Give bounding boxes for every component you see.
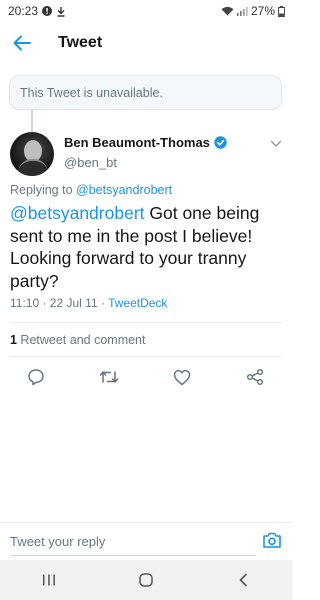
back-button[interactable] xyxy=(0,22,44,64)
battery-percent: 27% xyxy=(250,4,275,18)
tweet-text: @betsyandrobert Got one being sent to me… xyxy=(10,202,286,292)
home-icon xyxy=(139,573,153,587)
reply-input[interactable]: Tweet your reply xyxy=(10,534,105,549)
camera-icon xyxy=(263,532,281,548)
recent-apps-button[interactable] xyxy=(29,565,69,595)
alert-icon: ! xyxy=(42,6,53,16)
share-button[interactable] xyxy=(244,366,266,388)
unavailable-tweet-notice: This Tweet is unavailable. xyxy=(9,75,282,110)
status-bar: 20:23 ! 27% xyxy=(0,0,292,22)
status-right: 27% xyxy=(221,4,285,18)
chevron-down-icon xyxy=(270,140,282,147)
comment-icon xyxy=(28,369,44,386)
tweet-actions xyxy=(0,362,292,392)
retweet-icon xyxy=(99,371,119,383)
reply-bar: Tweet your reply xyxy=(0,522,292,558)
retweet-stats[interactable]: 1 Retweet and comment xyxy=(10,333,146,347)
retweet-count: 1 xyxy=(10,333,17,347)
status-left: 20:23 ! xyxy=(8,4,66,18)
more-options-button[interactable] xyxy=(270,135,282,153)
tweet-timestamp: 11:10 · 22 Jul 11 · xyxy=(10,296,109,310)
signal-icon xyxy=(236,7,248,16)
avatar[interactable] xyxy=(10,132,54,176)
back-nav-button[interactable] xyxy=(223,565,263,595)
retweet-button[interactable] xyxy=(98,366,120,388)
home-button[interactable] xyxy=(126,565,166,595)
status-time: 20:23 xyxy=(8,4,39,18)
camera-button[interactable] xyxy=(262,531,282,551)
wifi-icon xyxy=(221,6,234,16)
divider xyxy=(10,322,282,323)
replying-to: Replying to @betsyandrobert xyxy=(10,183,172,197)
verified-badge-icon xyxy=(214,136,227,149)
page-title: Tweet xyxy=(58,34,103,51)
tweet-mention-link[interactable]: @betsyandrobert xyxy=(10,203,145,223)
reply-button[interactable] xyxy=(25,366,47,388)
unavailable-text: This Tweet is unavailable. xyxy=(20,85,163,100)
avatar-body xyxy=(18,159,48,176)
share-icon xyxy=(246,368,264,386)
thread-line xyxy=(31,110,33,132)
author-handle[interactable]: @ben_bt xyxy=(64,155,117,170)
chevron-left-icon xyxy=(240,573,248,587)
replying-to-link[interactable]: @betsyandrobert xyxy=(76,183,172,197)
like-button[interactable] xyxy=(171,366,193,388)
divider xyxy=(10,356,282,357)
retweet-label: Retweet and comment xyxy=(16,333,146,347)
battery-icon xyxy=(278,5,285,17)
tweet-meta: 11:10 · 22 Jul 11 · TweetDeck xyxy=(10,296,167,310)
reply-input-underline xyxy=(10,555,256,556)
arrow-left-icon xyxy=(13,35,31,51)
app-header: Tweet xyxy=(0,22,292,64)
replying-prefix: Replying to xyxy=(10,183,73,197)
author-name-row[interactable]: Ben Beaumont-Thomas xyxy=(64,135,227,150)
tweet-source-link[interactable]: TweetDeck xyxy=(108,296,167,310)
heart-icon xyxy=(173,369,191,385)
system-nav-bar xyxy=(0,560,292,600)
author-name: Ben Beaumont-Thomas xyxy=(64,135,210,150)
download-icon xyxy=(57,6,65,17)
recent-apps-icon xyxy=(42,574,55,586)
